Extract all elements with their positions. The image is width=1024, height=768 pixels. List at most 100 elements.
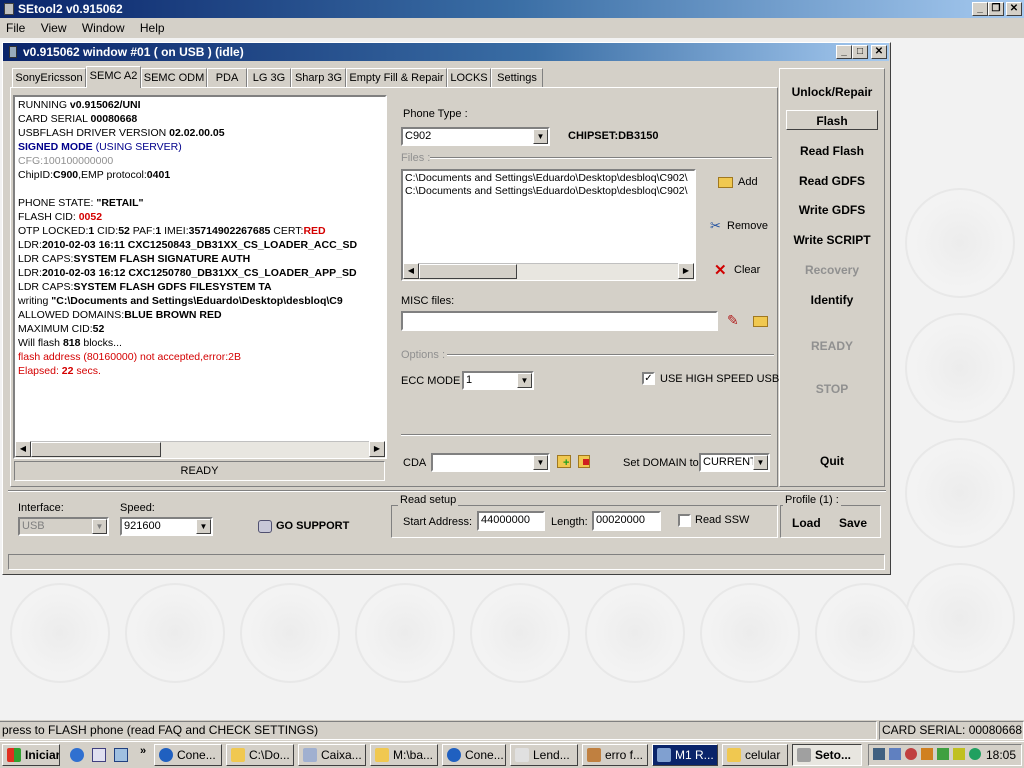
write-gdfs-button[interactable]: Write GDFS	[786, 200, 878, 220]
tray-icon[interactable]	[969, 748, 981, 760]
quicklaunch-app-icon[interactable]	[114, 748, 128, 762]
scroll-left-icon[interactable]: ◀	[403, 263, 419, 279]
taskbar-item-active[interactable]: Seto...	[792, 744, 862, 766]
read-flash-button[interactable]: Read Flash	[786, 141, 878, 161]
load-profile-button[interactable]: Load	[792, 516, 821, 530]
remove-cda-icon[interactable]	[578, 455, 590, 468]
log-text: OTP LOCKED:	[18, 225, 89, 237]
child-maximize-button[interactable]: □	[852, 45, 868, 59]
tray-icon[interactable]	[921, 748, 933, 760]
tray-icon[interactable]	[889, 748, 901, 760]
go-support-button[interactable]: GO SUPPORT	[256, 518, 356, 536]
tab-locks[interactable]: LOCKS	[447, 68, 491, 88]
scroll-thumb[interactable]	[419, 264, 517, 279]
taskbar-label: Seto...	[815, 748, 852, 762]
scroll-thumb[interactable]	[31, 442, 161, 457]
log-text: LDR:	[18, 267, 42, 279]
child-minimize-button[interactable]: _	[836, 45, 852, 59]
length-input[interactable]: 00020000	[592, 511, 661, 531]
add-cda-icon[interactable]: +	[557, 455, 571, 469]
edit-pencil-icon[interactable]: ✎	[727, 312, 743, 328]
tab-sharp-3g[interactable]: Sharp 3G	[291, 68, 346, 88]
clear-files-button[interactable]: ✕ Clear	[713, 262, 773, 280]
taskbar-item[interactable]: celular	[722, 744, 788, 766]
flash-button[interactable]: Flash	[786, 110, 878, 130]
chevron-right-icon[interactable]: »	[140, 745, 146, 757]
quit-button[interactable]: Quit	[786, 451, 878, 471]
interface-select[interactable]: USB ▼	[18, 517, 109, 536]
menu-help[interactable]: Help	[140, 21, 165, 35]
tab-lg-3g[interactable]: LG 3G	[247, 68, 291, 88]
unlock-repair-button[interactable]: Unlock/Repair	[786, 82, 878, 102]
scroll-left-icon[interactable]: ◀	[15, 441, 31, 457]
log-text: ChipID:	[18, 169, 54, 181]
app-restore-button[interactable]: ❐	[988, 2, 1004, 16]
child-close-button[interactable]: ✕	[871, 45, 887, 59]
stop-button[interactable]: STOP	[786, 379, 878, 399]
log-line: LDR:2010-02-03 16:12 CXC1250780_DB31XX_C…	[18, 266, 382, 280]
save-profile-button[interactable]: Save	[839, 516, 867, 530]
log-line: CARD SERIAL 00080668	[18, 112, 382, 126]
remove-file-button[interactable]: ✂ Remove	[708, 218, 772, 236]
child-status-bar	[8, 554, 885, 570]
write-script-button[interactable]: Write SCRIPT	[786, 230, 878, 250]
high-speed-usb-checkbox[interactable]: ✓	[642, 372, 655, 385]
taskbar-item[interactable]: Cone...	[154, 744, 222, 766]
ecc-mode-select[interactable]: 1 ▼	[462, 371, 534, 390]
tab-label: SonyEricsson	[15, 72, 83, 84]
app-close-button[interactable]: ✕	[1006, 2, 1022, 16]
tab-settings[interactable]: Settings	[491, 68, 543, 88]
taskbar-item[interactable]: Caixa...	[298, 744, 366, 766]
identify-button[interactable]: Identify	[786, 290, 878, 310]
cda-select[interactable]: ▼	[431, 453, 550, 472]
speed-select[interactable]: 921600 ▼	[120, 517, 213, 536]
tab-empty-fill-repair[interactable]: Empty Fill & Repair	[346, 68, 447, 88]
tab-semc-odm[interactable]: SEMC ODM	[141, 68, 207, 88]
tray-icon[interactable]	[953, 748, 965, 760]
app-icon	[4, 3, 14, 15]
start-button[interactable]: Iniciar	[2, 744, 60, 766]
background-seal	[700, 583, 800, 683]
start-address-value: 44000000	[481, 514, 530, 526]
read-gdfs-button[interactable]: Read GDFS	[786, 171, 878, 191]
quicklaunch-ie-icon[interactable]	[70, 748, 84, 762]
phone-type-select[interactable]: C902 ▼	[401, 127, 550, 146]
taskbar-item[interactable]: erro f...	[582, 744, 648, 766]
menu-file[interactable]: File	[6, 21, 25, 35]
log-text: LDR CAPS:	[18, 253, 74, 265]
tab-sonyericsson[interactable]: SonyEricsson	[12, 68, 86, 88]
log-output[interactable]: RUNNING v0.915062/UNI CARD SERIAL 000806…	[14, 96, 386, 458]
taskbar-item[interactable]: M:\ba...	[370, 744, 438, 766]
scroll-right-icon[interactable]: ▶	[369, 441, 385, 457]
start-address-input[interactable]: 44000000	[477, 511, 545, 531]
taskbar-item[interactable]: Cone...	[442, 744, 506, 766]
taskbar-item[interactable]: M1 R...	[652, 744, 718, 766]
misc-files-input[interactable]	[401, 311, 718, 331]
background-seal	[585, 583, 685, 683]
clock: 18:05	[986, 748, 1017, 762]
file-item[interactable]: C:\Documents and Settings\Eduardo\Deskto…	[405, 172, 692, 185]
file-item[interactable]: C:\Documents and Settings\Eduardo\Deskto…	[405, 185, 692, 198]
folder-icon[interactable]	[753, 316, 768, 327]
tray-icon[interactable]	[937, 748, 949, 760]
read-ssw-checkbox[interactable]	[678, 514, 691, 527]
recovery-button[interactable]: Recovery	[786, 260, 878, 280]
scroll-right-icon[interactable]: ▶	[678, 263, 694, 279]
taskbar-item[interactable]: Lend...	[510, 744, 578, 766]
app-minimize-button[interactable]: _	[972, 2, 988, 16]
tray-icon[interactable]	[873, 748, 885, 760]
tab-semc-a2[interactable]: SEMC A2	[86, 66, 141, 88]
tray-icon[interactable]	[905, 748, 917, 760]
taskbar-item[interactable]: C:\Do...	[226, 744, 294, 766]
log-value: 2010-02-03 16:12 CXC1250780_DB31XX_CS_LO…	[41, 267, 357, 279]
domain-select[interactable]: CURRENT ▼	[699, 453, 770, 472]
quicklaunch-paint-icon[interactable]	[92, 748, 106, 762]
add-file-button[interactable]: Add	[716, 174, 776, 192]
menu-window[interactable]: Window	[82, 21, 125, 35]
menu-view[interactable]: View	[41, 21, 67, 35]
menu-bar: File View Window Help	[0, 18, 1024, 38]
tab-label: Sharp 3G	[294, 72, 343, 84]
taskbar-label: erro f...	[605, 748, 644, 762]
length-value: 00020000	[596, 514, 645, 526]
tab-pda[interactable]: PDA	[207, 68, 247, 88]
